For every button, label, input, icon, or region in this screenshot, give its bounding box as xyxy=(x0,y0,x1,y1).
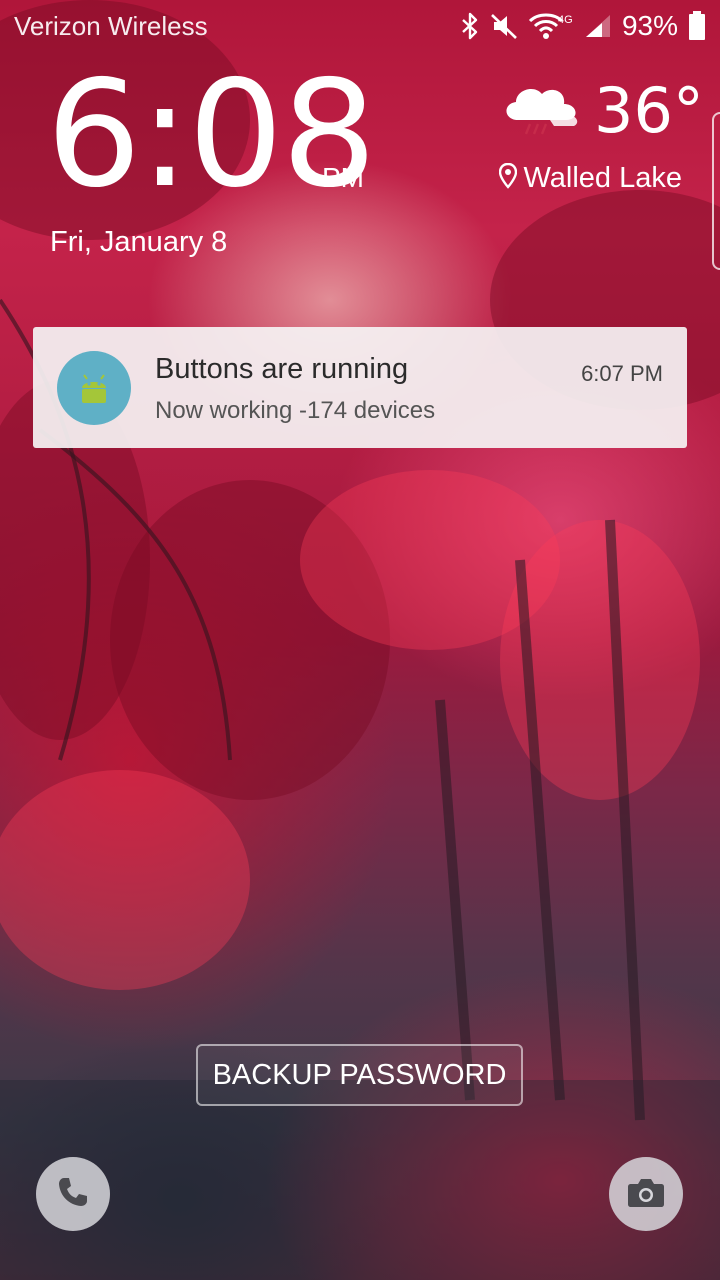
wifi-icon: 4G xyxy=(528,11,574,41)
network-type-label: 4G xyxy=(558,14,573,26)
location-pin-icon xyxy=(499,162,518,194)
clock-ampm: PM xyxy=(322,162,364,193)
status-bar: Verizon Wireless 4G 93% xyxy=(0,0,720,52)
battery-icon xyxy=(688,11,706,41)
signal-icon xyxy=(584,13,612,39)
edge-panel-handle[interactable] xyxy=(712,112,720,270)
backup-password-button[interactable]: BACKUP PASSWORD xyxy=(196,1044,523,1106)
notification-title: Buttons are running xyxy=(155,353,409,385)
notification-card[interactable]: Buttons are running Now working -174 dev… xyxy=(33,327,687,448)
android-icon xyxy=(57,351,131,425)
weather-location[interactable]: Walled Lake xyxy=(499,162,682,195)
carrier-label: Verizon Wireless xyxy=(14,11,208,41)
bluetooth-icon xyxy=(460,12,480,40)
notification-text: Now working -174 devices xyxy=(155,397,436,424)
camera-icon xyxy=(627,1176,665,1213)
camera-shortcut-button[interactable] xyxy=(609,1157,683,1231)
mute-icon xyxy=(490,12,518,40)
phone-shortcut-button[interactable] xyxy=(36,1157,110,1231)
lockscreen-date: Fri, January 8 xyxy=(50,226,228,258)
battery-percent: 93% xyxy=(621,10,678,41)
location-label: Walled Lake xyxy=(523,162,682,194)
weather-temperature[interactable]: 36° xyxy=(594,74,704,147)
rain-cloud-icon[interactable] xyxy=(500,82,584,143)
notification-time: 6:07 PM xyxy=(581,361,663,386)
phone-icon xyxy=(56,1175,90,1214)
